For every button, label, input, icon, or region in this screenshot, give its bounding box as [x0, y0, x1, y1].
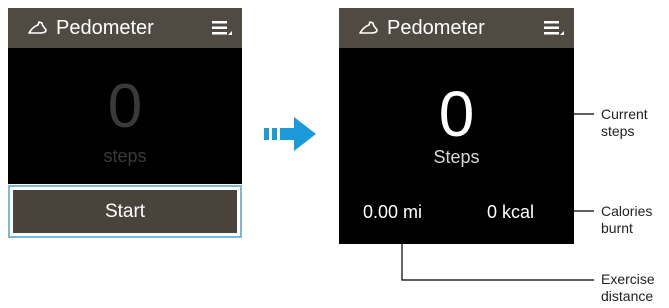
callout-calories-burnt: Calories burnt — [601, 203, 653, 236]
callout-lines — [401, 113, 594, 281]
distance-leader — [401, 226, 594, 281]
callout-current-steps: Current steps — [601, 106, 648, 139]
callout-exercise-distance: Exercise distance — [601, 271, 655, 304]
